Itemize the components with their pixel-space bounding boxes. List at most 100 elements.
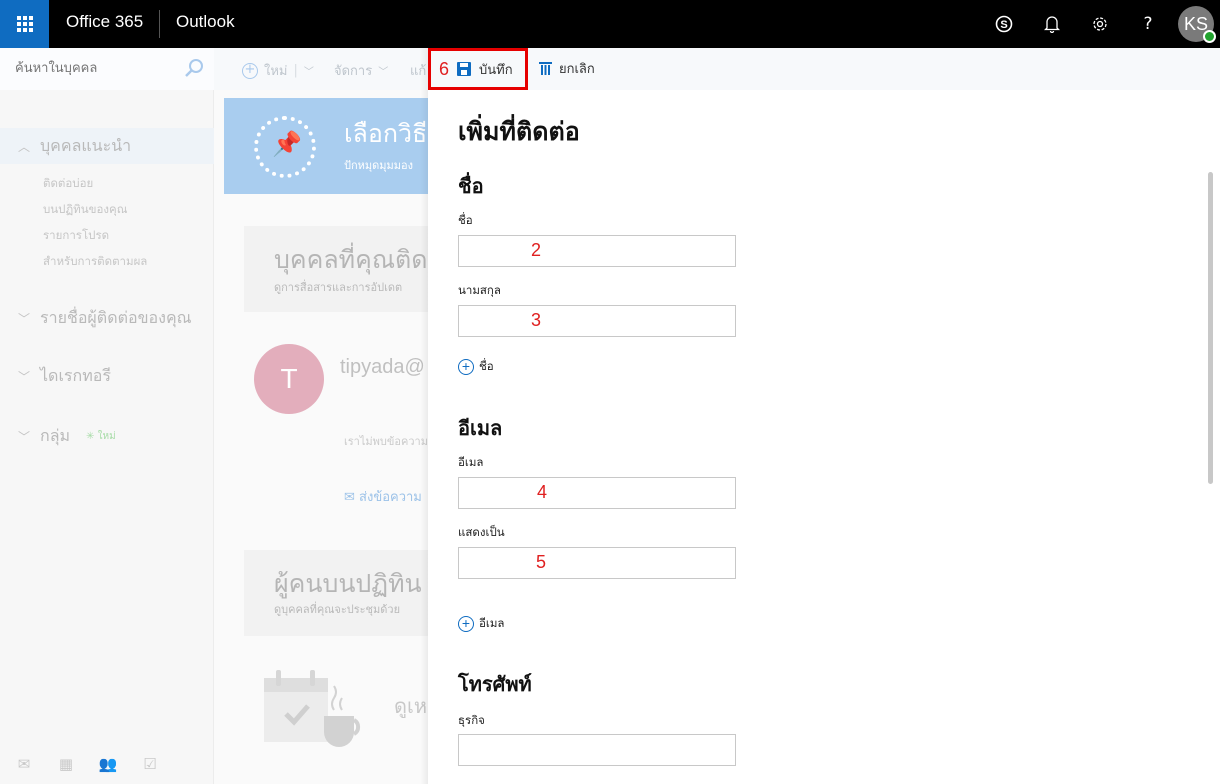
presence-indicator [1203, 30, 1216, 43]
chevron-down-icon: ﹀ [18, 311, 31, 326]
nav-section-directory: ﹀ ไดเรกทอรี [0, 358, 214, 394]
app-name-link[interactable]: Outlook [176, 12, 235, 32]
display-as-input[interactable] [459, 548, 735, 578]
save-icon [457, 62, 472, 76]
notifications-button[interactable] [1038, 10, 1066, 38]
top-bar: Office 365 Outlook S ? KS [0, 0, 1220, 48]
nav-head-label: รายชื่อผู้ติดต่อของคุณ [40, 307, 192, 327]
chevron-down-icon: ﹀ [18, 429, 31, 444]
module-switcher: ✉ ▦ 👥 ☑ [0, 744, 214, 784]
email-label: อีเมล [458, 455, 484, 469]
nav-head-groups[interactable]: ﹀ กลุ่ม ✳ ใหม่ [0, 418, 214, 454]
new-button[interactable]: + ใหม่ | ﹀ [242, 60, 314, 81]
nav-item-follow-up[interactable]: สำหรับการติดตามผล [0, 248, 214, 274]
mail-icon: ✉ [344, 490, 360, 505]
banner-title: เลือกวิธี [344, 119, 428, 148]
nav-section-contacts: ﹀ รายชื่อผู้ติดต่อของคุณ [0, 300, 214, 336]
pin-icon: 📌 [272, 130, 302, 158]
add-name-button[interactable]: + ชื่อ [458, 358, 494, 376]
help-icon: ? [1143, 14, 1153, 34]
form-title: เพิ่มที่ติดต่อ [458, 117, 580, 146]
business-phone-field[interactable] [458, 734, 736, 766]
nav-item-favorites[interactable]: รายการโปรด [0, 222, 214, 248]
nav-head-directory[interactable]: ﹀ ไดเรกทอรี [0, 358, 214, 394]
manage-button[interactable]: จัดการ ﹀ [334, 60, 388, 81]
new-badge: ✳ ใหม่ [86, 430, 116, 442]
waffle-icon [16, 16, 33, 32]
nav-head-label: บุคคลแนะนำ [40, 135, 132, 155]
save-label: บันทึก [479, 62, 513, 78]
nav-section-groups: ﹀ กลุ่ม ✳ ใหม่ [0, 418, 214, 454]
tasks-icon[interactable]: ☑ [140, 755, 160, 773]
mail-icon[interactable]: ✉ [14, 755, 34, 773]
divider [159, 10, 160, 38]
last-name-input[interactable] [459, 306, 735, 336]
chevron-down-icon[interactable]: ﹀ [304, 63, 314, 78]
email-field[interactable]: 4 [458, 477, 736, 509]
app-launcher-button[interactable] [0, 0, 49, 48]
help-button[interactable]: ? [1134, 10, 1162, 38]
chevron-down-icon: ﹀ [378, 67, 389, 78]
chevron-up-icon: ︿ [18, 139, 31, 154]
cancel-label: ยกเลิก [559, 62, 595, 77]
people-icon[interactable]: 👥 [98, 755, 118, 773]
plus-icon: + [242, 62, 258, 79]
nav-head-contacts[interactable]: ﹀ รายชื่อผู้ติดต่อของคุณ [0, 300, 214, 336]
nav-head-label: ไดเรกทอรี [40, 365, 111, 385]
section-title-name: ชื่อ [458, 174, 484, 198]
search-box [0, 48, 214, 90]
card-title: ผู้คนบนปฏิทิน [274, 569, 422, 598]
bell-icon [1044, 16, 1060, 33]
nav-item-frequent[interactable]: ติดต่อบ่อย [0, 170, 214, 196]
section-title-phone: โทรศัพท์ [458, 672, 532, 696]
display-as-label: แสดงเป็น [458, 525, 505, 539]
calendar-icon[interactable]: ▦ [56, 755, 76, 773]
pin-banner[interactable]: 📌 เลือกวิธี ปักหมุดมุมมอง [224, 98, 428, 194]
section-title-email: อีเมล [458, 416, 503, 440]
search-input[interactable] [15, 60, 175, 75]
nav-item-calendar[interactable]: บนปฏิทินของคุณ [0, 196, 214, 222]
display-as-field[interactable]: 5 [458, 547, 736, 579]
first-name-input[interactable] [459, 236, 735, 266]
nav-section-suggested: ︿ บุคคลแนะนำ ติดต่อบ่อย บนปฏิทินของคุณ ร… [0, 128, 214, 274]
nav-head-label: กลุ่ม [40, 425, 71, 445]
panel-scrollbar[interactable] [1208, 172, 1213, 484]
plus-icon: + [458, 359, 474, 375]
save-button[interactable]: 6 บันทึก [428, 48, 528, 90]
skype-button[interactable]: S [990, 10, 1018, 38]
panel-shadow [420, 48, 428, 784]
email-input[interactable] [459, 478, 735, 508]
cancel-button[interactable]: ยกเลิก [539, 58, 595, 79]
plus-icon: + [458, 616, 474, 632]
gear-icon [1093, 17, 1107, 31]
svg-text:S: S [1000, 19, 1007, 31]
first-name-label: ชื่อ [458, 213, 473, 227]
last-name-label: นามสกุล [458, 283, 501, 297]
search-icon[interactable] [184, 58, 204, 78]
nav-head-suggested[interactable]: ︿ บุคคลแนะนำ [0, 128, 214, 164]
people-overview: 📌 เลือกวิธี ปักหมุดมุมมอง บุคคลที่คุณติด… [214, 90, 428, 784]
card-subtitle: ดูบุคคลที่คุณจะประชุมด้วย [274, 603, 401, 616]
chevron-down-icon: ﹀ [18, 369, 31, 384]
step-number: 6 [439, 58, 450, 79]
trash-icon [539, 62, 552, 75]
add-contact-panel: เพิ่มที่ติดต่อ ชื่อ ชื่อ 2 นามสกุล 3 + ช… [428, 90, 1220, 784]
card-subtitle: ดูการสื่อสารและการอัปเดต [274, 281, 403, 294]
settings-button[interactable] [1086, 10, 1114, 38]
calendar-coffee-icon [264, 670, 361, 747]
no-messages-text: เราไม่พบข้อความ [344, 435, 428, 448]
card-people-you-contact: บุคคลที่คุณติด ดูการสื่อสารและการอัปเดต [244, 226, 428, 312]
banner-subtitle: ปักหมุดมุมมอง [344, 159, 414, 172]
card-title: บุคคลที่คุณติด [274, 245, 428, 274]
skype-icon: S [995, 15, 1013, 33]
left-nav: ︿ บุคคลแนะนำ ติดต่อบ่อย บนปฏิทินของคุณ ร… [0, 48, 214, 784]
brand-link[interactable]: Office 365 [66, 12, 143, 32]
add-email-button[interactable]: + อีเมล [458, 615, 504, 633]
business-phone-input[interactable] [459, 735, 735, 765]
first-name-field[interactable]: 2 [458, 235, 736, 267]
contact-avatar[interactable]: T [254, 344, 324, 414]
send-message-link[interactable]: ✉ ส่งข้อความ [344, 486, 422, 507]
last-name-field[interactable]: 3 [458, 305, 736, 337]
card-people-on-calendar: ผู้คนบนปฏิทิน ดูบุคคลที่คุณจะประชุมด้วย [244, 550, 428, 636]
contact-email[interactable]: tipyada@ [340, 356, 425, 379]
